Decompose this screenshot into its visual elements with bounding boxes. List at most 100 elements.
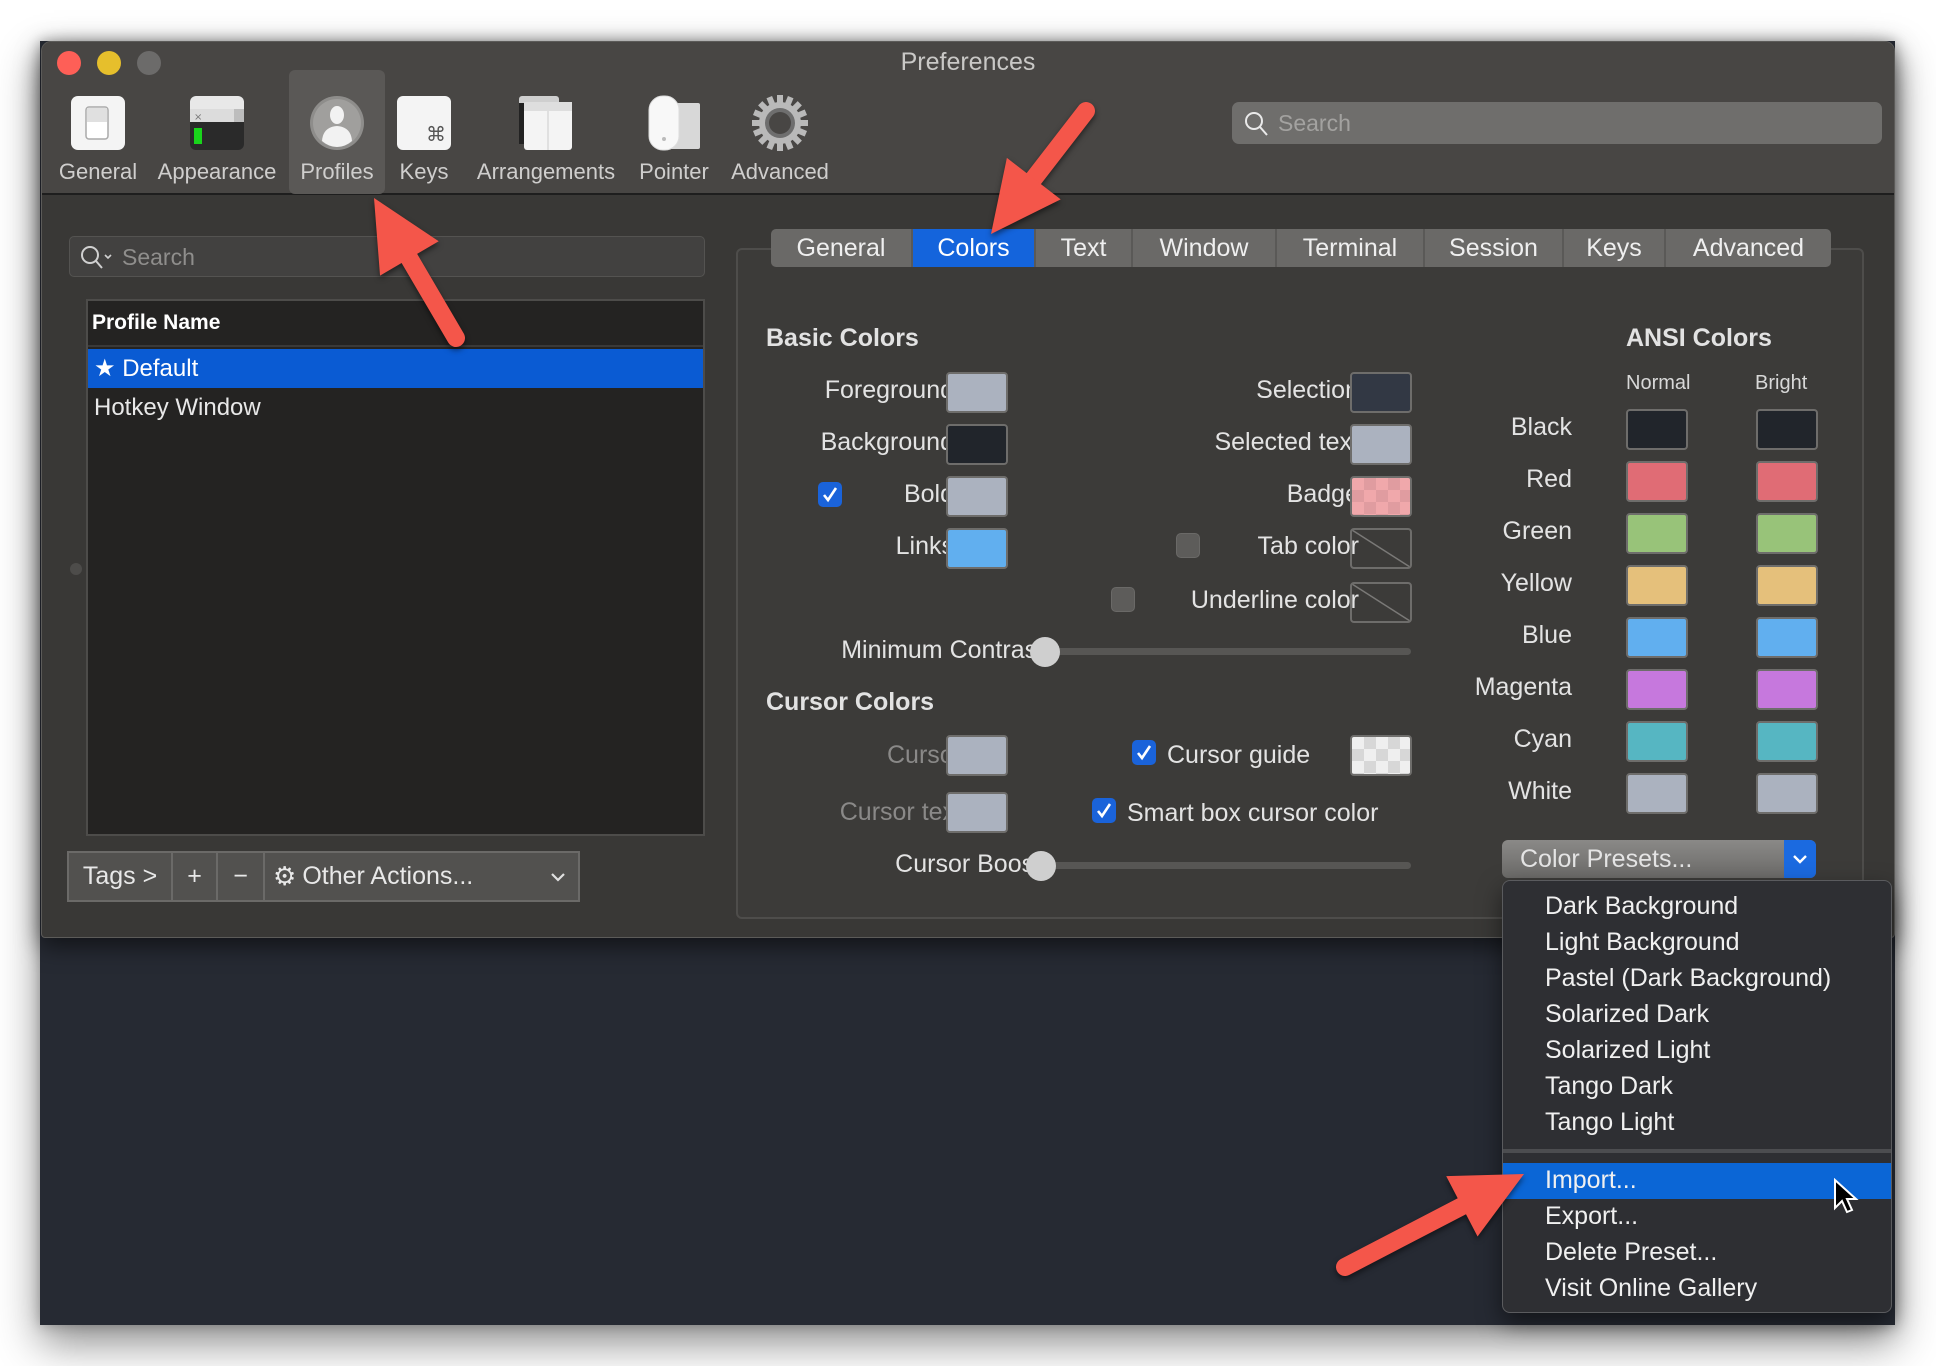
gear-icon: ⚙ [273, 861, 297, 891]
profile-tabs: General Colors Text Window Terminal Sess… [771, 229, 1831, 267]
color-presets-menu: Dark Background Light Background Pastel … [1502, 880, 1892, 1313]
ansi-label-green: Green [1502, 517, 1572, 545]
ansi-label-black: Black [1510, 413, 1572, 441]
smart-box-cursor-checkbox[interactable] [1092, 798, 1116, 823]
menu-item-light-background[interactable]: Light Background [1503, 925, 1891, 961]
profile-actions-bar: Tags > + − ⚙ Other Actions... [67, 851, 580, 902]
add-profile-button[interactable]: + [173, 853, 218, 900]
ansi-blue-normal-color-well[interactable] [1626, 617, 1688, 658]
tab-keys[interactable]: Keys [1564, 229, 1666, 267]
cursor-guide-color-well[interactable] [1350, 735, 1412, 776]
ansi-black-bright-color-well[interactable] [1756, 409, 1818, 450]
toolbar-arrangements[interactable]: Arrangements [470, 70, 622, 194]
profile-name: Default [122, 355, 199, 382]
cursor-guide-label: Cursor guide [1167, 741, 1311, 769]
menu-item-solarized-light[interactable]: Solarized Light [1503, 1033, 1891, 1069]
menu-item-tango-light[interactable]: Tango Light [1503, 1105, 1891, 1141]
preferences-search-input[interactable]: Search [1232, 102, 1882, 144]
tab-color-label: Tab color [1257, 532, 1359, 560]
tab-text[interactable]: Text [1036, 229, 1133, 267]
color-presets-dropdown[interactable]: Color Presets... [1502, 840, 1816, 878]
background-color-well[interactable] [946, 424, 1008, 465]
ansi-green-normal-color-well[interactable] [1626, 513, 1688, 554]
ansi-magenta-normal-color-well[interactable] [1626, 669, 1688, 710]
menu-item-dark-background[interactable]: Dark Background [1503, 889, 1891, 925]
ansi-label-yellow: Yellow [1500, 569, 1572, 597]
column-header-profile-name[interactable]: Profile Name [88, 301, 703, 347]
cursor-guide-checkbox[interactable] [1132, 740, 1156, 765]
tab-window[interactable]: Window [1133, 229, 1277, 267]
toolbar-keys[interactable]: ⌘ Keys [388, 70, 460, 194]
minimum-contrast-knob[interactable] [1030, 637, 1060, 667]
toolbar-general[interactable]: General [48, 70, 148, 194]
profile-row-default[interactable]: ★ Default [88, 349, 703, 388]
ansi-black-normal-color-well[interactable] [1626, 409, 1688, 450]
ansi-red-bright-color-well[interactable] [1756, 461, 1818, 502]
tab-session[interactable]: Session [1425, 229, 1564, 267]
search-menu-icon [81, 246, 112, 269]
preferences-window: Preferences General × Appearance Profile… [41, 41, 1895, 938]
selected-text-color-well[interactable] [1350, 424, 1412, 465]
bold-checkbox[interactable] [818, 482, 842, 507]
toolbar-pointer[interactable]: Pointer [632, 70, 716, 194]
ansi-red-normal-color-well[interactable] [1626, 461, 1688, 502]
tab-terminal[interactable]: Terminal [1277, 229, 1425, 267]
ansi-blue-bright-color-well[interactable] [1756, 617, 1818, 658]
tab-color-well[interactable] [1350, 528, 1412, 569]
other-actions-button[interactable]: ⚙ Other Actions... [265, 853, 578, 900]
menu-item-delete-preset[interactable]: Delete Preset... [1503, 1235, 1891, 1271]
toolbar-appearance[interactable]: × Appearance [156, 70, 278, 194]
ansi-green-bright-color-well[interactable] [1756, 513, 1818, 554]
underline-color-checkbox[interactable] [1111, 587, 1135, 612]
menu-item-solarized-dark[interactable]: Solarized Dark [1503, 997, 1891, 1033]
cursor-boost-knob[interactable] [1026, 851, 1056, 881]
foreground-label: Foreground [824, 376, 954, 404]
selection-color-well[interactable] [1350, 372, 1412, 413]
tab-advanced[interactable]: Advanced [1666, 229, 1831, 267]
tab-colors[interactable]: Colors [913, 229, 1036, 267]
no-color-icon [1352, 584, 1410, 621]
ansi-cyan-bright-color-well[interactable] [1756, 721, 1818, 762]
menu-item-tango-dark[interactable]: Tango Dark [1503, 1069, 1891, 1105]
tags-button[interactable]: Tags > [69, 853, 173, 900]
toolbar-profiles[interactable]: Profiles [289, 70, 385, 194]
ansi-label-red: Red [1526, 465, 1572, 493]
selection-label: Selection [1256, 376, 1359, 404]
ansi-magenta-bright-color-well[interactable] [1756, 669, 1818, 710]
terminal-window-icon: × [190, 96, 244, 150]
cursor-color-well[interactable] [946, 735, 1008, 776]
chevron-down-icon [1793, 855, 1807, 864]
minimum-contrast-slider[interactable] [1047, 648, 1411, 655]
profile-row-hotkey-window[interactable]: Hotkey Window [88, 389, 703, 428]
underline-color-well[interactable] [1350, 582, 1412, 623]
remove-profile-button[interactable]: − [218, 853, 265, 900]
split-drag-handle[interactable] [70, 563, 82, 575]
mouse-icon [648, 95, 700, 151]
star-icon: ★ [94, 355, 116, 382]
cursor-boost-slider[interactable] [1044, 862, 1411, 869]
title-bar: Preferences General × Appearance Profile… [42, 42, 1894, 195]
no-color-icon [1352, 530, 1410, 567]
badge-color-well[interactable] [1350, 476, 1412, 517]
ansi-yellow-bright-color-well[interactable] [1756, 565, 1818, 606]
links-color-well[interactable] [946, 528, 1008, 569]
gear-icon [752, 95, 808, 151]
cursor-text-color-well[interactable] [946, 792, 1008, 833]
tab-general[interactable]: General [771, 229, 913, 267]
foreground-color-well[interactable] [946, 372, 1008, 413]
menu-item-pastel-dark-background[interactable]: Pastel (Dark Background) [1503, 961, 1891, 997]
bold-color-well[interactable] [946, 476, 1008, 517]
svg-text:×: × [194, 112, 202, 123]
profile-search-input[interactable]: Search [69, 236, 705, 277]
toolbar-advanced[interactable]: Advanced [726, 70, 834, 194]
ansi-cyan-normal-color-well[interactable] [1626, 721, 1688, 762]
ansi-white-bright-color-well[interactable] [1756, 773, 1818, 814]
ansi-white-normal-color-well[interactable] [1626, 773, 1688, 814]
menu-item-visit-online-gallery[interactable]: Visit Online Gallery [1503, 1271, 1891, 1307]
profile-name: Hotkey Window [94, 394, 261, 421]
basic-colors-heading: Basic Colors [766, 324, 919, 352]
profile-list[interactable]: Profile Name ★ Default Hotkey Window [86, 299, 705, 836]
ansi-yellow-normal-color-well[interactable] [1626, 565, 1688, 606]
ansi-colors-heading: ANSI Colors [1626, 324, 1772, 352]
tab-color-checkbox[interactable] [1176, 533, 1200, 558]
